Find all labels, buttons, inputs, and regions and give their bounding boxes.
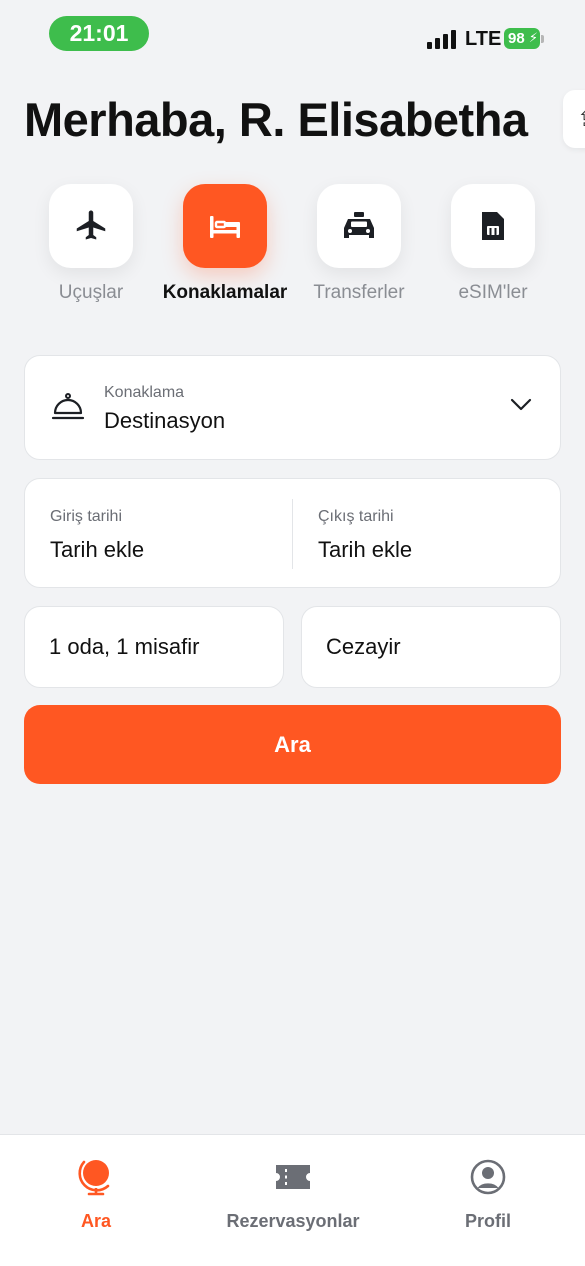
charging-icon: ⚡ <box>528 30 538 45</box>
destination-field[interactable]: Konaklama Destinasyon <box>24 355 561 460</box>
taxi-icon <box>344 212 374 238</box>
tab-transfers-label: Transferler <box>313 282 405 303</box>
status-bar: 21:01 LTE 98 ⚡ <box>0 0 585 70</box>
country-field[interactable]: Cezayir <box>301 606 561 688</box>
guests-value: 1 oda, 1 misafir <box>49 634 200 659</box>
check-in-value: Tarih ekle <box>50 537 145 562</box>
tab-accommodations-label: Konaklamalar <box>162 282 288 303</box>
ticket-icon <box>276 1165 310 1189</box>
profile-icon <box>470 1159 506 1195</box>
destination-label: Konaklama <box>104 384 185 401</box>
search-button[interactable]: Ara <box>24 705 561 784</box>
sim-card-icon <box>482 212 504 240</box>
tab-accommodations[interactable]: Konaklamalar <box>155 184 295 304</box>
nav-item-profile[interactable]: Profil <box>398 1157 578 1232</box>
tab-esims-label: eSIM'ler <box>458 282 528 303</box>
plane-icon <box>76 210 106 240</box>
tab-flights[interactable]: Uçuşlar <box>21 184 161 304</box>
country-value: Cezayir <box>326 634 401 659</box>
check-out-field[interactable]: Çıkış tarihi Tarih ekle <box>318 479 558 589</box>
check-in-label: Giriş tarihi <box>50 508 123 525</box>
chevron-down-icon[interactable] <box>510 398 532 412</box>
nav-label-profile: Profil <box>464 1211 511 1231</box>
nav-label-reservations: Rezervasyonlar <box>226 1211 360 1231</box>
greeting-title: Merhaba, R. Elisabetha <box>24 93 528 146</box>
check-out-label: Çıkış tarihi <box>318 508 394 525</box>
check-in-field[interactable]: Giriş tarihi Tarih ekle <box>50 479 290 589</box>
tab-accommodations-tile[interactable] <box>183 184 267 268</box>
reception-bell-icon <box>51 393 85 420</box>
tab-esims[interactable]: eSIM'ler <box>423 184 563 304</box>
signal-icon <box>427 29 457 49</box>
destination-value: Destinasyon <box>104 408 226 433</box>
bottom-nav: Ara Rezervasyonlar Profil <box>0 1134 585 1266</box>
tab-transfers[interactable]: Transferler <box>289 184 429 304</box>
battery-level: 98 <box>508 30 525 47</box>
partial-side-button[interactable]: ⇪ <box>563 90 585 148</box>
nav-item-search[interactable]: Ara <box>6 1157 186 1232</box>
network-type: LTE <box>465 28 502 50</box>
battery-tip <box>541 35 544 43</box>
dates-divider <box>292 499 293 569</box>
tab-flights-label: Uçuşlar <box>58 282 124 303</box>
dates-field: Giriş tarihi Tarih ekle Çıkış tarihi Tar… <box>24 478 561 588</box>
bed-icon <box>210 216 240 238</box>
tab-esims-tile[interactable] <box>451 184 535 268</box>
tab-flights-tile[interactable] <box>49 184 133 268</box>
globe-icon <box>78 1160 110 1196</box>
status-time: 21:01 <box>49 16 149 51</box>
battery-icon: 98 ⚡ <box>504 28 540 49</box>
nav-item-reservations[interactable]: Rezervasyonlar <box>203 1157 383 1232</box>
check-out-value: Tarih ekle <box>318 537 413 562</box>
tab-transfers-tile[interactable] <box>317 184 401 268</box>
guests-field[interactable]: 1 oda, 1 misafir <box>24 606 284 688</box>
nav-label-search: Ara <box>80 1211 111 1231</box>
